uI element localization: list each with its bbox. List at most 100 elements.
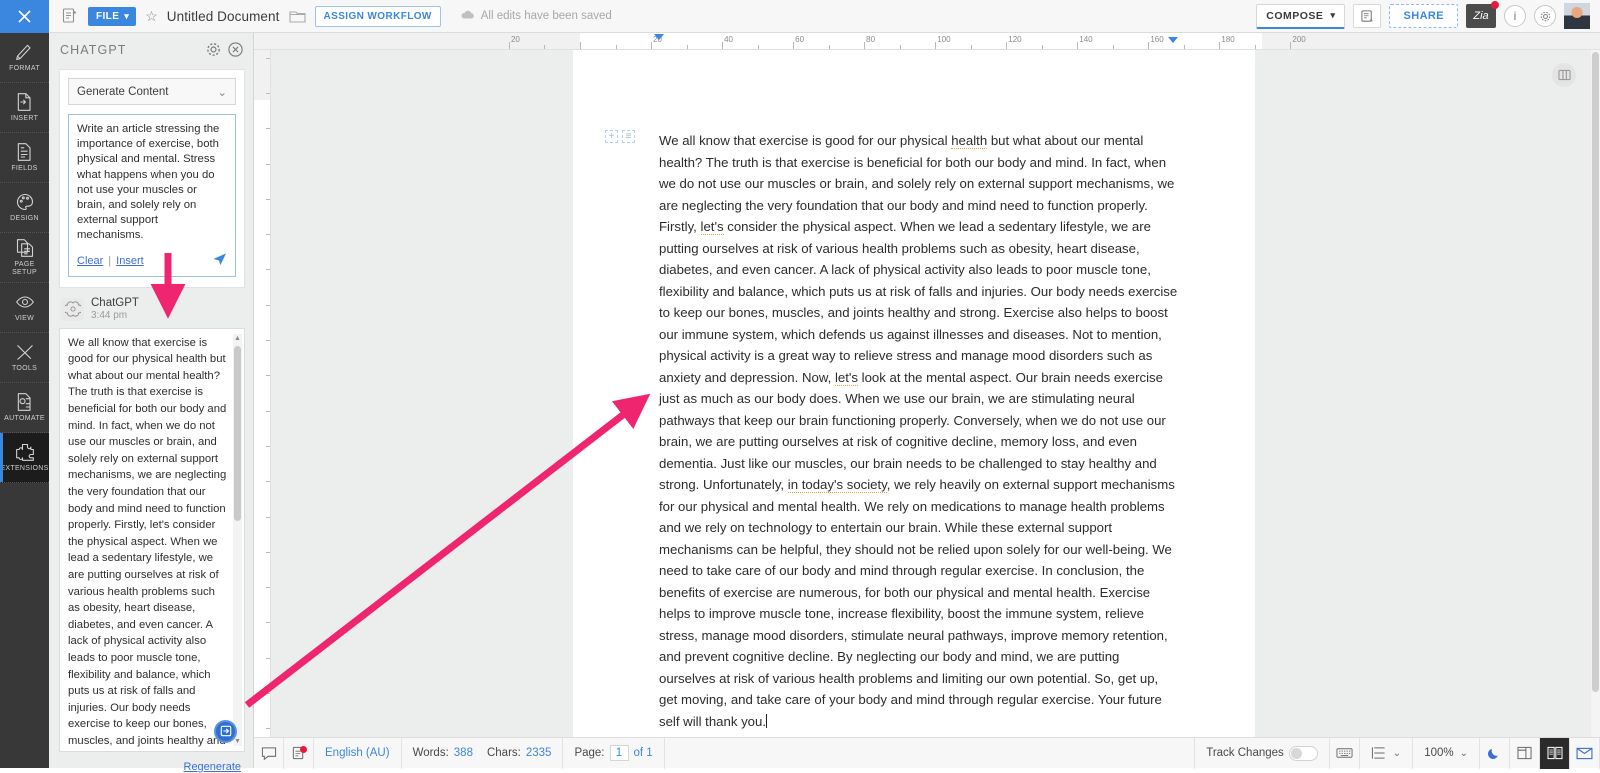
rail-item-view[interactable]: VIEW <box>0 283 49 333</box>
rail-item-fields[interactable]: FIELDS <box>0 133 49 183</box>
scroll-down-arrow-icon[interactable]: ▼ <box>234 738 241 745</box>
rail-item-tools[interactable]: TOOLS <box>0 333 49 383</box>
document-title[interactable]: Untitled Document <box>167 9 280 24</box>
prompt-actions: Clear | Insert <box>77 252 227 271</box>
panel-toggle-icon[interactable] <box>1552 63 1576 87</box>
tools-icon <box>15 342 35 362</box>
ruler-tick <box>509 42 510 49</box>
close-circle-icon[interactable] <box>227 41 245 59</box>
reply-scrollbar[interactable]: ▲ ▼ <box>233 334 242 746</box>
document-scroll-thumb[interactable] <box>1592 52 1599 692</box>
ruler-number: 160 <box>1150 35 1163 44</box>
review-button[interactable] <box>1353 4 1381 28</box>
vruler-tick <box>266 234 270 235</box>
prompt-input[interactable]: Write an article stressing the importanc… <box>77 122 227 244</box>
ruler-number: 140 <box>1079 35 1092 44</box>
page-layout-icon[interactable] <box>1540 738 1570 769</box>
chars-label: Chars: <box>487 747 521 759</box>
ruler-tick <box>758 45 759 49</box>
share-button[interactable]: SHARE <box>1389 4 1458 28</box>
send-paperplane-icon[interactable] <box>212 252 227 271</box>
chars-value: 2335 <box>526 747 552 759</box>
ruler-tick <box>829 45 830 49</box>
format-pen-icon <box>15 42 35 62</box>
horizontal-ruler[interactable]: 2020406080100120140160180200 <box>254 33 1600 50</box>
rail-item-extensions[interactable]: EXTENSIONS <box>0 433 49 483</box>
language-selector[interactable]: English (AU) <box>314 738 402 769</box>
info-button[interactable]: i <box>1504 5 1526 27</box>
rail-item-format[interactable]: FORMAT <box>0 33 49 83</box>
insert-into-document-button[interactable] <box>214 720 237 743</box>
vruler-tick <box>266 93 270 94</box>
zia-assistant-button[interactable]: Zia <box>1466 4 1496 28</box>
rail-item-label: FORMAT <box>9 65 40 73</box>
moon-icon[interactable] <box>1480 738 1510 769</box>
track-changes-toggle[interactable]: Track Changes <box>1194 738 1330 769</box>
ruler-number: 60 <box>795 35 804 44</box>
left-indent-marker[interactable] <box>654 34 664 40</box>
regenerate-link[interactable]: Regenerate <box>184 761 242 773</box>
rail-item-page-setup[interactable]: PAGESETUP <box>0 233 49 283</box>
ruler-number: 100 <box>937 35 950 44</box>
rail-item-label: FIELDS <box>11 165 37 173</box>
compose-button[interactable]: COMPOSE ▾ <box>1256 4 1345 29</box>
insert-prompt-link[interactable]: Insert <box>116 255 144 267</box>
fit-width-icon[interactable] <box>1570 738 1600 769</box>
automate-icon <box>15 392 35 412</box>
assign-workflow-button[interactable]: ASSIGN WORKFLOW <box>315 6 441 27</box>
word-count[interactable]: Words: 388 Chars: 2335 <box>402 738 564 769</box>
track-changes-switch[interactable] <box>1289 746 1318 761</box>
close-app-button[interactable] <box>0 0 49 33</box>
puzzle-icon <box>15 442 35 462</box>
document-vertical-scrollbar[interactable] <box>1591 50 1600 737</box>
web-layout-icon[interactable] <box>1510 738 1540 769</box>
clear-prompt-link[interactable]: Clear <box>77 255 103 267</box>
add-paragraph-handle[interactable]: + <box>605 130 618 143</box>
user-avatar[interactable] <box>1564 3 1590 29</box>
ruler-number: 120 <box>1008 35 1021 44</box>
gear-icon[interactable] <box>205 41 223 59</box>
vruler-tick <box>266 658 270 659</box>
file-menu-button[interactable]: FILE ▾ <box>88 7 136 26</box>
paragraph-style-handle[interactable]: ≡ <box>622 130 635 143</box>
line-spacing-icon <box>1371 746 1386 760</box>
page-indicator[interactable]: Page: 1 of 1 <box>563 738 664 769</box>
chatgpt-logo-icon <box>61 298 84 321</box>
zia-label: Zia <box>1473 10 1488 22</box>
vruler-tick <box>266 517 270 518</box>
review-notification-icon[interactable] <box>284 738 314 769</box>
zoom-control[interactable]: 100% ⌄ <box>1413 738 1480 769</box>
rail-item-design[interactable]: DESIGN <box>0 183 49 233</box>
ruler-number: 200 <box>1292 35 1305 44</box>
vruler-tick <box>266 199 270 200</box>
scroll-up-arrow-icon[interactable]: ▲ <box>234 335 241 342</box>
words-label: Words: <box>413 747 449 759</box>
document-page[interactable]: + ≡ We all know that exercise is good fo… <box>573 50 1255 737</box>
keyboard-icon[interactable] <box>1330 738 1360 769</box>
review-notification-dot <box>300 746 307 753</box>
prompt-input-box[interactable]: Write an article stressing the importanc… <box>68 114 236 277</box>
ruler-tick <box>1113 45 1114 49</box>
document-body-text[interactable]: We all know that exercise is good for ou… <box>659 130 1179 732</box>
favorite-star-icon[interactable]: ☆ <box>145 9 158 23</box>
ruler-number: 40 <box>724 35 733 44</box>
comment-bubble-icon[interactable] <box>254 738 284 769</box>
top-toolbar: FILE ▾ ☆ Untitled Document ASSIGN WORKFL… <box>0 0 1600 33</box>
vertical-ruler[interactable] <box>254 50 271 737</box>
reply-scroll-thumb[interactable] <box>234 346 241 521</box>
line-spacing-control[interactable]: ⌄ <box>1360 738 1413 769</box>
ruler-tick <box>544 45 545 49</box>
rail-item-insert[interactable]: INSERT <box>0 83 49 133</box>
right-indent-marker[interactable] <box>1168 37 1178 43</box>
fields-icon <box>15 142 35 162</box>
rail-item-label: AUTOMATE <box>4 415 45 423</box>
chevron-down-icon: ⌄ <box>1393 748 1401 759</box>
document-canvas[interactable]: + ≡ We all know that exercise is good fo… <box>271 50 1600 737</box>
document-outline-icon[interactable] <box>61 7 79 25</box>
generate-mode-select[interactable]: Generate Content ⌄ <box>68 78 236 105</box>
page-number-input[interactable]: 1 <box>610 745 629 761</box>
gear-icon[interactable] <box>1534 5 1556 27</box>
zia-notification-dot <box>1491 1 1499 9</box>
folder-icon[interactable] <box>289 9 306 24</box>
rail-item-automate[interactable]: AUTOMATE <box>0 383 49 433</box>
